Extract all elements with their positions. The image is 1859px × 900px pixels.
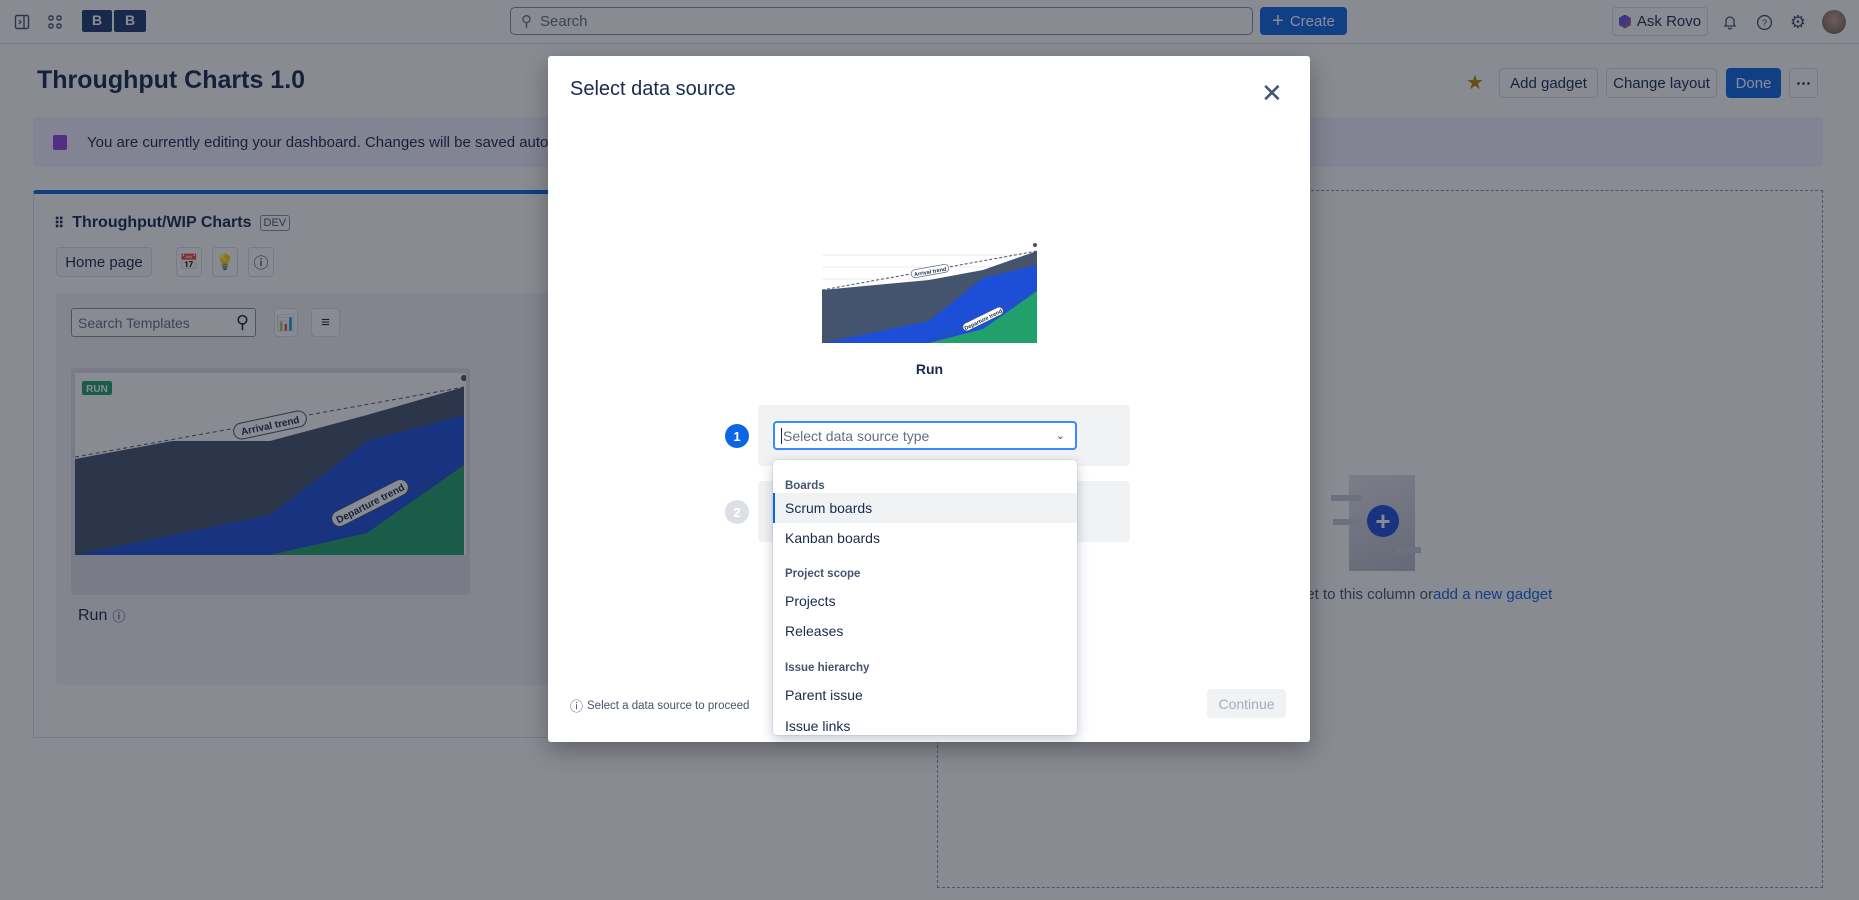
option-parent-issue[interactable]: Parent issue	[773, 680, 1077, 710]
option-scrum-boards[interactable]: Scrum boards	[773, 493, 1077, 523]
group-boards: Boards	[785, 480, 825, 492]
step-2-indicator: 2	[725, 500, 749, 524]
option-issue-links[interactable]: Issue links	[773, 711, 1077, 735]
dialog-title: Select data source	[570, 78, 736, 100]
group-project-scope: Project scope	[785, 568, 861, 580]
group-issue-hierarchy: Issue hierarchy	[785, 662, 870, 674]
data-source-type-select[interactable]: Select data source type ⌄	[773, 421, 1077, 450]
continue-button[interactable]: Continue	[1207, 689, 1286, 718]
close-icon[interactable]: ✕	[1261, 80, 1283, 106]
data-source-type-listbox: Boards Scrum boards Kanban boards Projec…	[773, 460, 1077, 735]
option-projects[interactable]: Projects	[773, 586, 1077, 616]
proceed-hint: Select a data source to proceed	[587, 699, 750, 712]
option-releases[interactable]: Releases	[773, 616, 1077, 646]
select-data-source-dialog: Select data source ✕ Arrival trend Depar…	[548, 56, 1310, 742]
step-1-indicator: 1	[725, 424, 749, 448]
chevron-down-icon: ⌄	[1055, 430, 1065, 442]
select-placeholder: Select data source type	[783, 427, 930, 444]
preview-template-name: Run	[915, 361, 944, 377]
info-icon: ⓘ	[570, 699, 584, 714]
option-kanban-boards[interactable]: Kanban boards	[773, 523, 1077, 553]
run-preview-chart: Arrival trend Departure trend	[822, 243, 1037, 343]
